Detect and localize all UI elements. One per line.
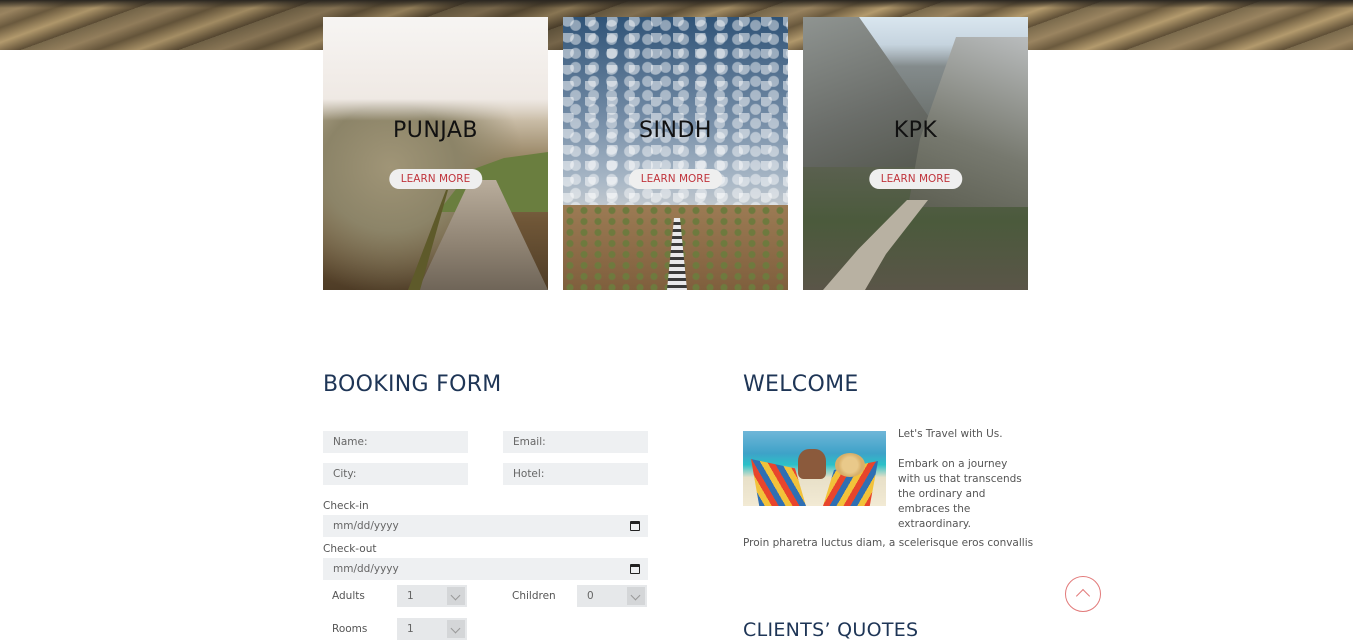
checkin-date-value: mm/dd/yyyy (333, 520, 399, 532)
learn-more-button[interactable]: LEARN MORE (388, 169, 483, 189)
chevron-up-icon[interactable] (1065, 576, 1101, 612)
children-select[interactable]: 0 (577, 585, 647, 607)
chevron-down-icon (627, 587, 645, 605)
adults-select[interactable]: 1 (397, 585, 467, 607)
children-value: 0 (587, 590, 594, 602)
checkout-date-value: mm/dd/yyyy (333, 563, 399, 575)
booking-form-title: BOOKING FORM (323, 372, 502, 397)
destination-title: PUNJAB (392, 118, 479, 143)
chevron-down-icon (447, 620, 465, 638)
adults-value: 1 (407, 590, 414, 602)
adults-label: Adults (332, 590, 365, 602)
checkout-date-input[interactable]: mm/dd/yyyy (323, 558, 648, 580)
learn-more-button[interactable]: LEARN MORE (628, 169, 723, 189)
destination-title: SINDH (639, 118, 712, 143)
checkout-label: Check-out (323, 543, 377, 555)
destination-card-kpk[interactable]: KPK LEARN MORE (803, 17, 1028, 290)
kpk-image (803, 17, 1028, 290)
welcome-body: Embark on a journey with us that transce… (898, 458, 1022, 530)
checkin-date-input[interactable]: mm/dd/yyyy (323, 515, 648, 537)
calendar-icon[interactable] (630, 564, 640, 574)
destination-title: KPK (893, 118, 938, 143)
sindh-image (563, 17, 788, 290)
rooms-label: Rooms (332, 623, 368, 635)
calendar-icon[interactable] (630, 521, 640, 531)
punjab-image (323, 17, 548, 290)
learn-more-button[interactable]: LEARN MORE (868, 169, 963, 189)
name-field[interactable]: Name: (323, 431, 468, 453)
welcome-extra-text: Proin pharetra luctus diam, a scelerisqu… (743, 537, 1034, 549)
city-field[interactable]: City: (323, 463, 468, 485)
beach-couple-image (743, 431, 886, 506)
checkin-label: Check-in (323, 500, 369, 512)
email-field[interactable]: Email: (503, 431, 648, 453)
rooms-value: 1 (407, 623, 414, 635)
welcome-title: WELCOME (743, 372, 859, 397)
hotel-field[interactable]: Hotel: (503, 463, 648, 485)
children-label: Children (512, 590, 556, 602)
destination-card-sindh[interactable]: SINDH LEARN MORE (563, 17, 788, 290)
chevron-down-icon (447, 587, 465, 605)
clients-quotes-title: CLIENTS’ QUOTES (743, 619, 919, 640)
destination-card-punjab[interactable]: PUNJAB LEARN MORE (323, 17, 548, 290)
rooms-select[interactable]: 1 (397, 618, 467, 640)
welcome-tagline: Let's Travel with Us. (898, 428, 1003, 440)
